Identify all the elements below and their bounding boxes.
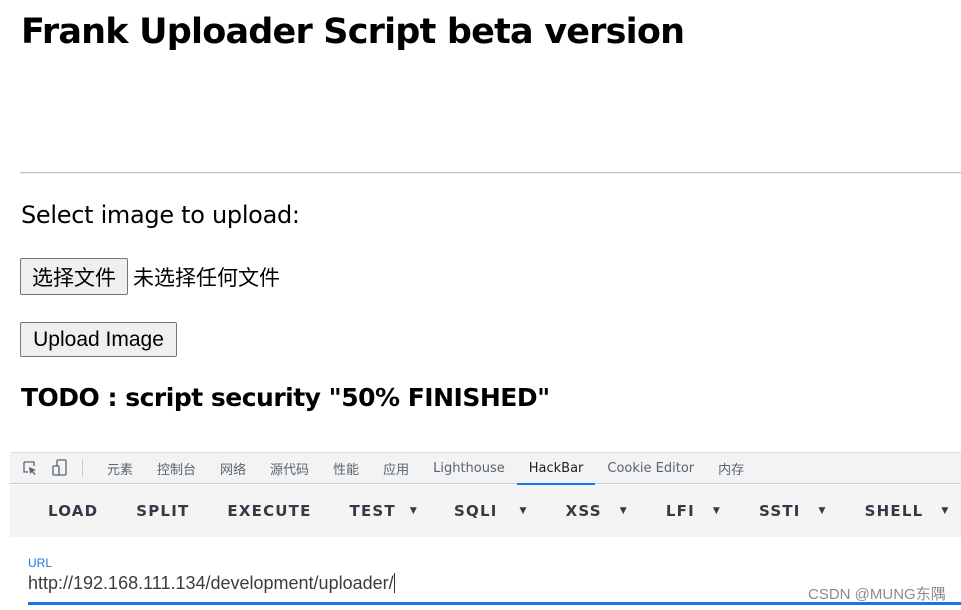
hackbar-sqli-dropdown[interactable]: SQLI ▼ [454,493,528,529]
devtools-tab-memory[interactable]: 内存 [706,453,756,484]
text-cursor [393,573,395,593]
url-input-text: http://192.168.111.134/development/uploa… [28,573,394,593]
devtools-tab-cookie-editor[interactable]: Cookie Editor [595,453,706,484]
todo-note: TODO : script security "50% FINISHED" [21,383,550,412]
devtools-tab-elements[interactable]: 元素 [95,453,145,484]
hackbar-ssti-dropdown[interactable]: SSTI ▼ [759,493,827,529]
hackbar-xss-dropdown[interactable]: XSS ▼ [566,493,628,529]
caret-down-icon: ▼ [619,506,628,516]
hackbar-ssti-label: SSTI [758,502,801,520]
hackbar-lfi-label: LFI [665,502,695,520]
caret-down-icon: ▼ [519,506,528,516]
watermark: CSDN @MUNG东隅 [808,586,946,603]
devtools-tab-lighthouse[interactable]: Lighthouse [421,453,517,484]
url-field-label: URL [28,556,53,570]
hackbar-execute-button[interactable]: EXECUTE [227,493,311,529]
caret-down-icon: ▼ [712,506,721,516]
caret-down-icon: ▼ [941,506,950,516]
hackbar-test-label: TEST [349,502,396,520]
hackbar-test-dropdown[interactable]: TEST ▼ [350,493,418,529]
page-title: Frank Uploader Script beta version [21,12,685,52]
device-toolbar-icon[interactable] [50,458,70,478]
devtools-tab-sources[interactable]: 源代码 [258,453,321,484]
url-input[interactable]: http://192.168.111.134/development/uploa… [28,573,395,594]
hackbar-toolbar: LOAD SPLIT EXECUTE TEST ▼ SQLI ▼ XSS ▼ L… [10,485,961,537]
devtools-tab-performance[interactable]: 性能 [321,453,371,484]
devtools-tab-bar: 元素 控制台 网络 源代码 性能 应用 Lighthouse HackBar C… [10,452,961,485]
devtools-tab-network[interactable]: 网络 [208,453,258,484]
hackbar-sqli-label: SQLI [454,502,498,520]
caret-down-icon: ▼ [409,506,418,516]
hackbar-split-button[interactable]: SPLIT [136,493,189,529]
caret-down-icon: ▼ [818,506,827,516]
hackbar-split-label: SPLIT [136,502,190,520]
select-image-label: Select image to upload: [21,201,300,229]
horizontal-rule [20,172,961,174]
upload-image-button[interactable]: Upload Image [20,322,177,357]
devtools-tab-hackbar[interactable]: HackBar [516,453,596,485]
devtools-tab-application[interactable]: 应用 [371,453,421,484]
hackbar-load-button[interactable]: LOAD [48,493,98,529]
file-status-text: 未选择任何文件 [133,266,280,290]
hackbar-shell-dropdown[interactable]: SHELL ▼ [865,493,950,529]
devtools-tab-console[interactable]: 控制台 [145,453,208,484]
toolbar-divider [82,459,83,477]
hackbar-shell-label: SHELL [864,502,924,520]
hackbar-lfi-dropdown[interactable]: LFI ▼ [666,493,721,529]
hackbar-xss-label: XSS [565,502,602,520]
hackbar-load-label: LOAD [48,502,99,520]
hackbar-execute-label: EXECUTE [227,502,312,520]
inspect-element-icon[interactable] [20,458,40,478]
choose-file-button[interactable]: 选择文件 [20,258,128,295]
